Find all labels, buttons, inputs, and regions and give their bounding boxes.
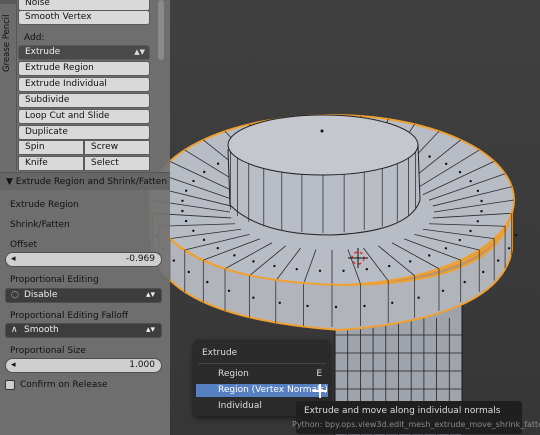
decrement-arrow-icon[interactable]: ◂: [11, 253, 16, 266]
falloff-value: Smooth: [24, 325, 59, 335]
tab-strip: Grease Pencil: [0, 0, 17, 170]
offset-value: -0.969: [125, 254, 155, 264]
extrude-region-heading: Extrude Region: [10, 200, 79, 210]
toolbar-scrollbar[interactable]: [158, 0, 164, 60]
proportional-editing-select[interactable]: ◌ Disable ▴▾: [5, 288, 162, 303]
offset-field[interactable]: ◂ -0.969: [5, 252, 162, 267]
disclosure-triangle-icon: ▼: [6, 177, 16, 187]
proportional-size-field[interactable]: ◂ 1.000: [5, 358, 162, 373]
confirm-release-label: Confirm on Release: [20, 380, 108, 390]
confirm-release-checkbox[interactable]: [5, 380, 15, 390]
updown-arrows-icon: ▴▾: [145, 290, 155, 300]
menu-item-region-vertex-normals[interactable]: Region (Vertex Normals): [196, 384, 328, 397]
falloff-select[interactable]: ∧ Smooth ▴▾: [5, 323, 162, 338]
tab-grease-pencil[interactable]: Grease Pencil: [2, 2, 12, 72]
disable-circle-icon: ◌: [11, 290, 19, 300]
mouse-cursor-icon: [313, 384, 327, 398]
mesh-top-cylinder: [227, 114, 421, 236]
select-button[interactable]: Select: [84, 156, 150, 171]
extrude-dropdown[interactable]: Extrude ▲▼: [18, 45, 150, 60]
knife-select-row: Knife Select: [18, 156, 150, 171]
screw-button[interactable]: Screw: [84, 140, 150, 155]
falloff-label: Proportional Editing Falloff: [10, 311, 129, 321]
updown-arrows-icon: ▴▾: [145, 325, 155, 335]
tooltip: Extrude and move along individual normal…: [292, 401, 540, 434]
menu-item-label: Region (Vertex Normals): [218, 385, 328, 395]
spin-screw-row: Spin Screw: [18, 140, 150, 155]
menu-item-region[interactable]: Region E: [196, 368, 328, 381]
smooth-curve-icon: ∧: [11, 325, 18, 335]
duplicate-button[interactable]: Duplicate: [18, 125, 150, 140]
menu-item-shortcut: E: [316, 369, 322, 379]
updown-arrows-icon: ▲▼: [134, 48, 145, 56]
subdivide-button[interactable]: Subdivide: [18, 93, 150, 108]
operator-panel-title: Extrude Region and Shrink/Fatten: [15, 177, 168, 187]
extrude-region-button[interactable]: Extrude Region: [18, 61, 150, 76]
menu-item-label: Individual: [218, 401, 262, 411]
extrude-dropdown-label: Extrude: [25, 47, 61, 57]
proportional-editing-value: Disable: [24, 290, 58, 300]
shrink-fatten-heading: Shrink/Fatten: [10, 220, 70, 230]
add-label: Add:: [24, 33, 45, 43]
spin-button[interactable]: Spin: [18, 140, 84, 155]
extrude-individual-button[interactable]: Extrude Individual: [18, 77, 150, 92]
knife-button[interactable]: Knife: [18, 156, 84, 171]
operator-panel-header[interactable]: ▼ Extrude Region and Shrink/Fatten: [0, 172, 170, 190]
smooth-vertex-button[interactable]: Smooth Vertex: [18, 10, 150, 25]
popup-title: Extrude: [202, 348, 238, 358]
popup-divider: [198, 363, 326, 364]
tooltip-description: Extrude and move along individual normal…: [304, 406, 501, 416]
tooltip-python: Python: bpy.ops.view3d.edit_mesh_extrude…: [292, 420, 540, 429]
offset-label: Offset: [10, 240, 38, 250]
proportional-editing-label: Proportional Editing: [10, 275, 99, 285]
decrement-arrow-icon[interactable]: ◂: [11, 359, 16, 372]
proportional-size-label: Proportional Size: [10, 346, 86, 356]
loop-cut-slide-button[interactable]: Loop Cut and Slide: [18, 109, 150, 124]
proportional-size-value: 1.000: [129, 360, 155, 370]
menu-item-label: Region: [218, 369, 249, 379]
tool-shelf: Grease Pencil Noise Smooth Vertex Add: E…: [0, 0, 170, 435]
